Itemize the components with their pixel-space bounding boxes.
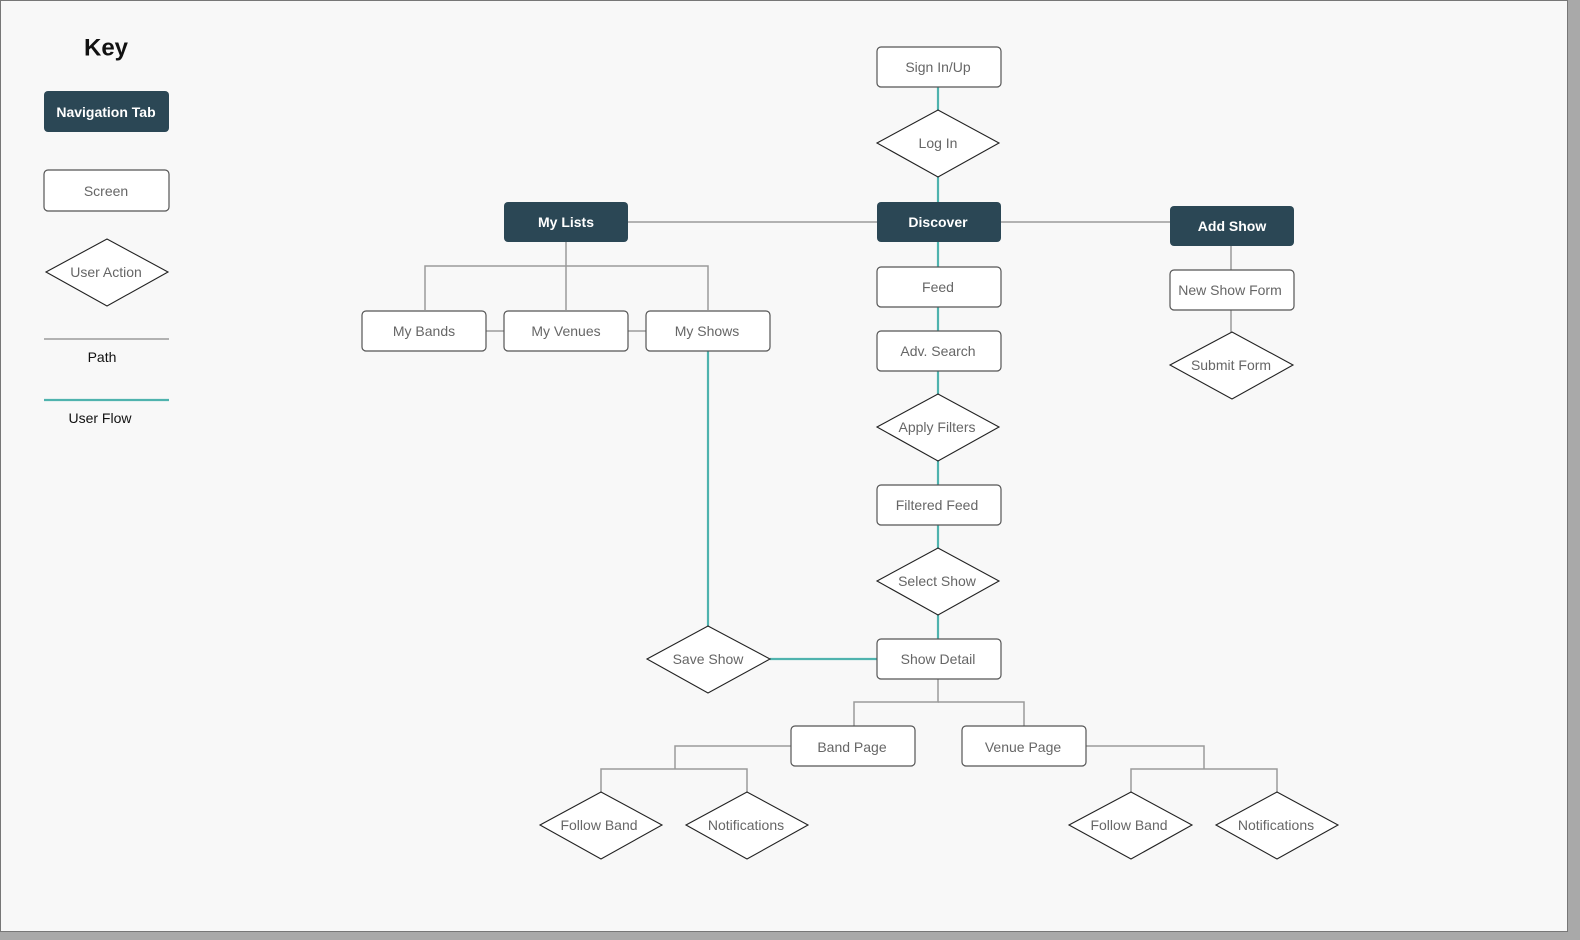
key-user-flow: User Flow <box>44 398 169 426</box>
node-log-in[interactable]: Log In <box>875 109 1001 178</box>
node-notifications-2[interactable]: Notifications <box>1214 791 1340 860</box>
node-show-detail[interactable]: Show Detail <box>876 638 1002 680</box>
node-label: New Show Form <box>1178 282 1281 298</box>
node-feed[interactable]: Feed <box>876 266 1002 308</box>
edge-show-detail-band-page <box>853 679 939 726</box>
key-screen-label: Screen <box>84 183 128 199</box>
edge-venue-page-follow-notify <box>1130 768 1278 792</box>
edge-band-page-follow-notify <box>600 768 748 792</box>
key-navigation-tab: Navigation Tab <box>44 91 169 132</box>
node-new-show-form[interactable]: New Show Form <box>1169 269 1295 311</box>
node-label: Notifications <box>708 817 784 833</box>
node-adv-search[interactable]: Adv. Search <box>876 330 1002 372</box>
key-title: Key <box>84 35 129 62</box>
node-label: Sign In/Up <box>905 59 971 75</box>
node-label: Notifications <box>1238 817 1314 833</box>
node-label: Submit Form <box>1191 357 1271 373</box>
node-label: Band Page <box>817 739 886 755</box>
edge-venue-page-actions <box>1086 745 1205 769</box>
key-path: Path <box>44 338 169 365</box>
node-label: My Bands <box>393 323 455 339</box>
node-select-show[interactable]: Select Show <box>875 547 1001 616</box>
key-user-action-label: User Action <box>70 264 142 280</box>
node-add-show[interactable]: Add Show <box>1170 206 1294 246</box>
node-label: Select Show <box>898 573 977 589</box>
node-filtered-feed[interactable]: Filtered Feed <box>876 484 1002 526</box>
node-label: My Lists <box>538 214 594 230</box>
key-user-flow-label: User Flow <box>68 410 132 426</box>
node-my-bands[interactable]: My Bands <box>361 310 487 352</box>
node-label: My Venues <box>531 323 600 339</box>
node-follow-band-1[interactable]: Follow Band <box>538 791 664 860</box>
node-venue-page[interactable]: Venue Page <box>961 725 1087 767</box>
node-label: Apply Filters <box>898 419 975 435</box>
node-save-show[interactable]: Save Show <box>645 625 772 694</box>
node-band-page[interactable]: Band Page <box>790 725 916 767</box>
node-label: Adv. Search <box>900 343 975 359</box>
node-apply-filters[interactable]: Apply Filters <box>875 393 1001 462</box>
node-label: Show Detail <box>901 651 976 667</box>
node-follow-band-2[interactable]: Follow Band <box>1067 791 1194 860</box>
key-user-action: User Action <box>44 238 170 307</box>
node-label: Save Show <box>673 651 745 667</box>
node-label: Log In <box>919 135 958 151</box>
key-navigation-tab-label: Navigation Tab <box>56 104 155 120</box>
key-legend: Key Navigation Tab Screen User Action Pa… <box>43 35 170 426</box>
node-label: Follow Band <box>560 817 637 833</box>
node-label: Discover <box>908 214 968 230</box>
node-notifications-1[interactable]: Notifications <box>684 791 810 860</box>
node-discover[interactable]: Discover <box>877 202 1001 242</box>
node-label: Follow Band <box>1090 817 1167 833</box>
node-label: Filtered Feed <box>896 497 978 513</box>
node-label: Venue Page <box>985 739 1062 755</box>
key-screen: Screen <box>43 169 170 212</box>
node-sign-in-up[interactable]: Sign In/Up <box>876 46 1002 88</box>
node-submit-form[interactable]: Submit Form <box>1168 331 1295 400</box>
node-my-venues[interactable]: My Venues <box>503 310 629 352</box>
node-my-lists[interactable]: My Lists <box>504 202 628 242</box>
node-label: My Shows <box>675 323 740 339</box>
edge-show-detail-venue-page <box>938 701 1025 726</box>
node-label: Add Show <box>1198 218 1267 234</box>
connectors <box>424 87 1278 792</box>
node-label: Feed <box>922 279 954 295</box>
key-path-label: Path <box>88 349 117 365</box>
user-flow-diagram: Key Navigation Tab Screen User Action Pa… <box>43 35 1340 860</box>
edge-band-page-actions <box>674 745 791 769</box>
nodes: Sign In/Up Log In Discover My Lists Add … <box>361 46 1340 860</box>
node-my-shows[interactable]: My Shows <box>645 310 771 352</box>
